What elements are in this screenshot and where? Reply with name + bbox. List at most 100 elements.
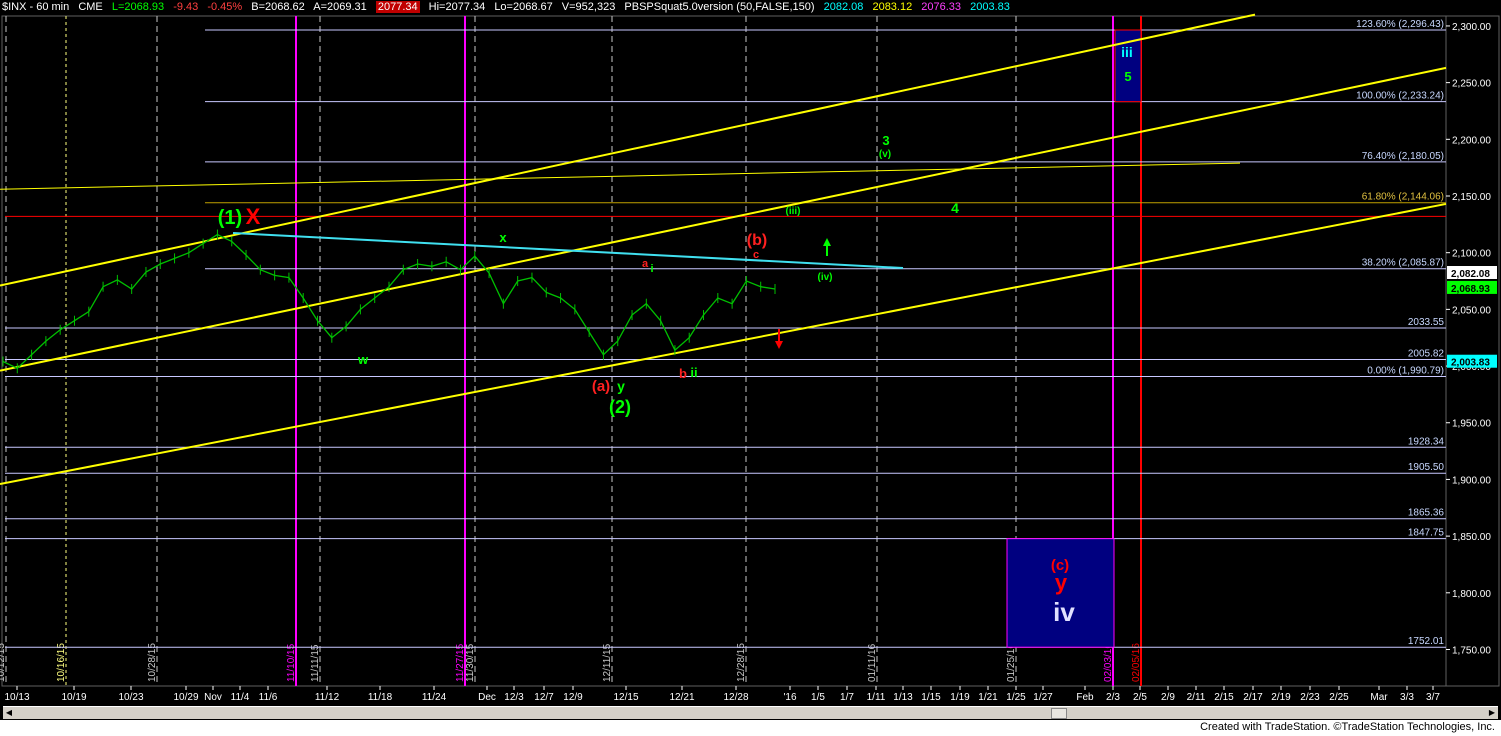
- x-tick-label: 1/13: [893, 692, 913, 703]
- x-tick-label: Dec: [478, 692, 496, 703]
- footer-credit: Created with TradeStation. ©TradeStation…: [1200, 721, 1495, 733]
- x-tick-label: 10/29: [173, 692, 198, 703]
- x-tick-label: 12/7: [534, 692, 554, 703]
- price-chart[interactable]: 10/12/15 10/16/15 10/28/15 11/10/15 11/11/15…: [0, 0, 1501, 720]
- x-tick-label: 11/18: [368, 692, 393, 703]
- x-tick-label: 1/15: [921, 692, 941, 703]
- x-tick-label: Feb: [1076, 692, 1094, 703]
- x-tick-label: 1/19: [950, 692, 970, 703]
- wave-label: (b): [747, 232, 767, 249]
- fib-level-label: 1752.01: [1408, 636, 1445, 647]
- fib-level-label: 1865.36: [1408, 508, 1445, 519]
- x-tick-label: 2/9: [1161, 692, 1175, 703]
- x-tick-label: 2/5: [1133, 692, 1147, 703]
- wave-label: c: [753, 249, 759, 261]
- x-tick-label: 1/7: [840, 692, 854, 703]
- channel-line: [0, 13, 1256, 287]
- scroll-left-arrow-icon[interactable]: ◀: [3, 708, 15, 718]
- plot-frame: [1, 15, 1447, 687]
- fib-level-label: 1847.75: [1408, 528, 1445, 539]
- y-tick-label: 1,950.00: [1452, 419, 1491, 430]
- x-tick-label: 10/19: [61, 692, 86, 703]
- x-tick-label: 2/11: [1187, 692, 1206, 703]
- horizontal-scrollbar[interactable]: ◀ ▶: [3, 706, 1498, 719]
- x-tick-label: 12/9: [563, 692, 583, 703]
- wave-label: b: [679, 366, 687, 381]
- wave-label: a: [642, 258, 649, 270]
- date-line-label: 11/10/15: [286, 643, 297, 682]
- wave-label: (iv): [818, 272, 833, 283]
- y-tick-label: 1,850.00: [1452, 532, 1491, 543]
- fib-level-label: 1905.50: [1408, 462, 1445, 473]
- x-tick-label: 1/25: [1006, 692, 1026, 703]
- price-axis-area: [1445, 15, 1500, 687]
- price-tag-label: 2,082.08: [1451, 269, 1490, 280]
- y-tick-label: 2,300.00: [1452, 22, 1491, 33]
- wave-label: (iii): [786, 206, 801, 217]
- wave-label: iii: [1121, 44, 1133, 60]
- x-tick-label: 1/21: [978, 692, 998, 703]
- price-tag-label: 2,068.93: [1451, 284, 1490, 295]
- fib-level-label: 61.80% (2,144.06): [1362, 192, 1444, 203]
- x-tick-label: 2/17: [1243, 692, 1263, 703]
- fib-level-label: 100.00% (2,233.24): [1356, 91, 1444, 102]
- arrow-down-icon: [775, 341, 783, 349]
- date-line-label: 11/30/15: [465, 643, 476, 682]
- fib-level-label: 0.00% (1,990.79): [1367, 366, 1444, 377]
- scroll-right-arrow-icon[interactable]: ▶: [1486, 708, 1498, 718]
- x-tick-label: 3/7: [1426, 692, 1440, 703]
- y-tick-label: 1,900.00: [1452, 475, 1491, 486]
- date-line-label: 10/12/15: [0, 643, 7, 682]
- fib-level-label: 2005.82: [1408, 348, 1445, 359]
- price-tag-label: 2,003.83: [1451, 358, 1490, 369]
- x-tick-label: '16: [783, 692, 796, 703]
- x-tick-label: 2/3: [1106, 692, 1120, 703]
- x-tick-label: 12/21: [669, 692, 694, 703]
- y-tick-label: 2,250.00: [1452, 79, 1491, 90]
- x-tick-label: 12/3: [504, 692, 524, 703]
- x-tick-label: 2/23: [1300, 692, 1320, 703]
- x-tick-label: 1/5: [811, 692, 825, 703]
- date-line-label: 11/11/15: [310, 644, 321, 682]
- wave-label: 4: [951, 200, 959, 216]
- date-line-label: 10/28/15: [147, 643, 158, 682]
- wave-label: X: [246, 204, 261, 229]
- y-tick-label: 2,050.00: [1452, 305, 1491, 316]
- footer-bar: Created with TradeStation. ©TradeStation…: [0, 720, 1501, 736]
- wave-label: y: [1055, 570, 1068, 595]
- x-tick-label: 11/4: [231, 692, 250, 703]
- wave-label: (2): [609, 397, 631, 417]
- x-tick-label: 10/13: [4, 692, 29, 703]
- y-tick-label: 2,200.00: [1452, 135, 1491, 146]
- x-tick-label: 11/12: [315, 692, 340, 703]
- x-tick-label: 11/6: [259, 692, 278, 703]
- x-tick-label: 2/25: [1329, 692, 1349, 703]
- wave-label: i: [650, 263, 653, 275]
- date-line-label: 01/25/16: [1006, 643, 1017, 682]
- x-tick-label: Mar: [1370, 692, 1388, 703]
- y-tick-label: 2,100.00: [1452, 249, 1491, 260]
- date-line-label: 01/11/16: [867, 643, 878, 682]
- wave-label: (v): [879, 149, 891, 160]
- wave-label: iv: [1053, 597, 1075, 627]
- wave-label: (1): [218, 207, 242, 229]
- wave-label: (a): [592, 378, 610, 395]
- x-tick-label: 2/19: [1271, 692, 1291, 703]
- wave-label: x: [499, 230, 507, 245]
- x-tick-label: 11/24: [422, 692, 447, 703]
- wave-label: 5: [1124, 69, 1131, 84]
- scroll-thumb[interactable]: [1051, 708, 1067, 719]
- y-tick-label: 2,150.00: [1452, 192, 1491, 203]
- date-line-label: 12/28/15: [736, 643, 747, 682]
- x-tick-label: 12/15: [613, 692, 638, 703]
- y-tick-label: 1,750.00: [1452, 645, 1491, 656]
- x-tick-label: 1/11: [867, 692, 886, 703]
- wave-label: y: [617, 378, 625, 394]
- x-tick-label: 3/3: [1400, 692, 1414, 703]
- date-line-label: 02/05/16: [1131, 643, 1142, 682]
- wave-label: w: [357, 352, 369, 367]
- date-line-label: 10/16/15: [56, 643, 67, 682]
- x-tick-label: 2/15: [1214, 692, 1234, 703]
- x-tick-label: 1/27: [1033, 692, 1053, 703]
- fib-level-label: 38.20% (2,085.87): [1362, 258, 1444, 269]
